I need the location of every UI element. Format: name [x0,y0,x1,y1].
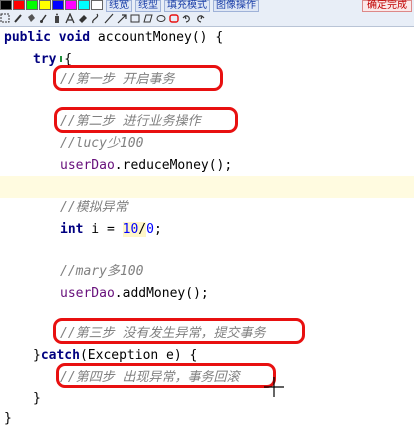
color-swatch[interactable] [52,0,64,10]
color-swatch[interactable] [0,0,12,10]
pencil-icon[interactable] [13,13,23,24]
code-line-try: try { [33,50,72,70]
bucket-icon[interactable] [26,13,36,24]
color-swatch[interactable] [91,0,103,10]
brush-icon[interactable] [39,13,49,24]
ellipse-icon[interactable] [156,13,166,24]
curve-icon[interactable] [91,13,101,24]
keyword-catch: catch [40,348,80,363]
code-line-int-i: int i = 10/0; [60,220,162,240]
try-brace: { [56,52,73,67]
text-icon[interactable] [65,13,75,24]
redo-icon[interactable] [195,13,205,24]
comment-mary: //mary多100 [60,264,144,279]
confirm-button[interactable]: 确定完成 [362,0,412,12]
color-palette [0,0,104,12]
comment-step-three: //第三步 没有发生异常，提交事务 [60,326,266,341]
comment-step-two: //第二步 进行业务操作 [60,114,201,129]
code-line-catch: }catch(Exception e) { [33,346,197,366]
keyword-try: try [33,52,57,67]
polygon-icon[interactable] [143,13,153,24]
number-ten: 10 [122,222,139,237]
comment-step-four: //第四步 出现异常，事务回滚 [60,370,240,385]
current-line-highlight [0,176,414,198]
call-add-money: .addMoney(); [114,286,209,301]
undo-icon[interactable] [182,13,192,24]
code-line-add-money: userDao.addMoney(); [60,284,209,304]
color-swatch[interactable] [39,0,51,10]
fill-mode-button[interactable]: 填充模式 [164,0,210,12]
color-swatch[interactable] [78,0,90,10]
color-swatch[interactable] [26,0,38,10]
assign-text: i = [83,222,123,237]
rectangle-icon[interactable] [130,13,140,24]
tool-row [0,13,205,24]
field-userdao: userDao [60,158,115,173]
method-close-brace: } [4,411,12,426]
method-declaration: accountMoney() { [90,30,224,45]
catch-clause: (Exception e) { [79,348,198,363]
annotation-toolbar: 线宽 线型 填充模式 图像操作 确定完成 [0,0,414,27]
rounded-rect-icon[interactable] [169,13,179,24]
select-icon[interactable] [0,13,10,24]
semicolon: ; [153,222,162,237]
keyword-int: int [60,222,84,237]
division-operator: / [138,222,147,237]
crosshair-cursor-icon [264,377,284,397]
comment-lucy: //lucy少100 [60,136,144,151]
number-zero: 0 [146,222,154,237]
try-close-brace: } [33,348,41,363]
color-swatch[interactable] [65,0,77,10]
field-userdao-2: userDao [60,286,115,301]
eraser-icon[interactable] [78,13,88,24]
comment-simulate-exception: //模拟异常 [60,200,128,215]
arrow-icon[interactable] [117,13,127,24]
spray-icon[interactable] [52,13,62,24]
toolbar-menu: 线宽 线型 填充模式 图像操作 [106,0,259,12]
line-style-button[interactable]: 线型 [135,0,161,12]
call-reduce-money: .reduceMoney(); [114,158,233,173]
code-editor[interactable]: public void accountMoney() { try { //第一步… [0,28,414,431]
code-line-method-signature: public void accountMoney() { [4,28,223,48]
image-operation-button[interactable]: 图像操作 [213,0,259,12]
line-icon[interactable] [104,13,114,24]
keyword-public-void: public void [4,30,91,45]
line-width-button[interactable]: 线宽 [106,0,132,12]
color-swatch[interactable] [13,0,25,10]
comment-step-one: //第一步 开启事务 [60,72,175,87]
catch-close-brace: } [33,391,41,406]
code-line-reduce-money: userDao.reduceMoney(); [60,156,232,176]
